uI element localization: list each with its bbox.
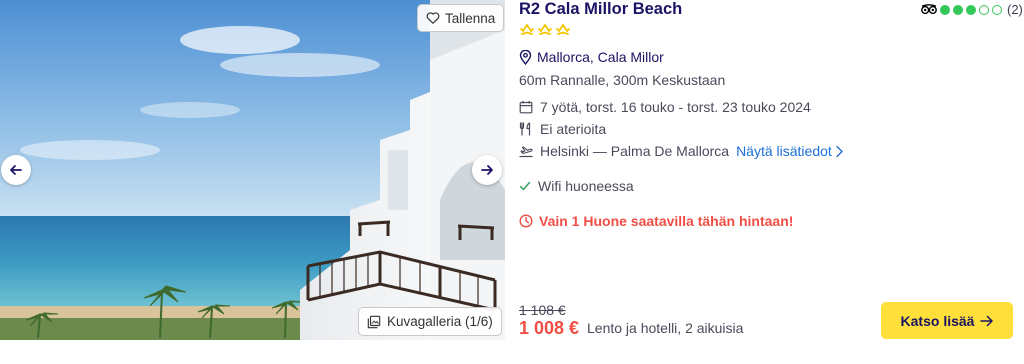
amenity-wifi: Wifi huoneessa	[519, 178, 634, 194]
hotel-name[interactable]: R2 Cala Millor Beach	[519, 0, 682, 19]
chevron-right-icon	[836, 145, 843, 157]
star-icon	[520, 24, 534, 35]
tripadvisor-rating[interactable]: (2)	[921, 2, 1023, 17]
review-count: (2)	[1007, 2, 1023, 17]
flight-info: Helsinki — Palma De Mallorca Näytä lisät…	[519, 143, 844, 159]
hotel-photo-image	[0, 0, 505, 340]
next-photo-button[interactable]	[472, 155, 502, 185]
calendar-icon	[519, 101, 533, 114]
rating-dot-filled	[953, 4, 963, 15]
availability-warning-label: Vain 1 Huone saatavilla tähän hintaan!	[539, 213, 794, 229]
meal-plan: Ei aterioita	[519, 121, 606, 137]
save-button[interactable]: Tallenna	[417, 4, 505, 32]
show-details-link[interactable]: Näytä lisätiedot	[736, 143, 844, 159]
hotel-photo[interactable]: Tallenna Kuvagalleria (1/6)	[0, 0, 505, 340]
meal-plan-label: Ei aterioita	[540, 121, 607, 137]
see-more-label: Katso lisää	[900, 312, 975, 329]
arrow-left-icon	[10, 165, 22, 175]
arrow-right-icon	[481, 165, 493, 175]
amenity-wifi-label: Wifi huoneessa	[538, 178, 634, 194]
star-icon	[556, 24, 570, 35]
hotel-location[interactable]: Mallorca, Cala Millor	[519, 49, 664, 65]
star-icon	[538, 24, 552, 35]
checkmark-icon	[519, 181, 531, 191]
rating-dot-empty	[979, 4, 989, 15]
distance-info: 60m Rannalle, 300m Keskustaan	[519, 72, 726, 88]
tripadvisor-owl-icon	[921, 4, 937, 15]
arrow-right-icon	[980, 315, 994, 326]
rating-dot-empty	[992, 4, 1002, 15]
see-more-button[interactable]: Katso lisää	[881, 302, 1013, 339]
price-note: Lento ja hotelli, 2 aikuisia	[587, 320, 744, 336]
original-price: 1 108 €	[519, 302, 566, 318]
rating-dot-filled	[966, 4, 976, 15]
hotel-card: Tallenna Kuvagalleria (1/6) R2 Cala Mill…	[0, 0, 1024, 340]
previous-photo-button[interactable]	[1, 155, 31, 185]
gallery-button-label: Kuvagalleria (1/6)	[387, 314, 493, 329]
availability-warning: Vain 1 Huone saatavilla tähän hintaan!	[519, 213, 793, 229]
current-price: 1 008 €	[519, 318, 580, 338]
show-details-label: Näytä lisätiedot	[736, 143, 832, 159]
trip-dates: 7 yötä, torst. 16 touko - torst. 23 touk…	[519, 99, 811, 115]
cutlery-icon	[519, 122, 531, 136]
gallery-icon	[367, 315, 381, 328]
location-label: Mallorca, Cala Millor	[537, 49, 664, 65]
clock-icon	[519, 214, 533, 228]
gallery-button[interactable]: Kuvagalleria (1/6)	[358, 307, 502, 336]
rating-dot-filled	[940, 4, 950, 15]
airplane-icon	[519, 146, 533, 158]
hotel-info: R2 Cala Millor Beach (2) Mallorca, Cala …	[519, 0, 1023, 340]
hotel-star-rating	[519, 23, 571, 37]
flight-route: Helsinki — Palma De Mallorca	[540, 143, 730, 159]
trip-dates-label: 7 yötä, torst. 16 touko - torst. 23 touk…	[540, 99, 811, 115]
heart-icon	[426, 12, 440, 24]
save-button-label: Tallenna	[445, 10, 496, 26]
map-pin-icon	[519, 49, 532, 65]
